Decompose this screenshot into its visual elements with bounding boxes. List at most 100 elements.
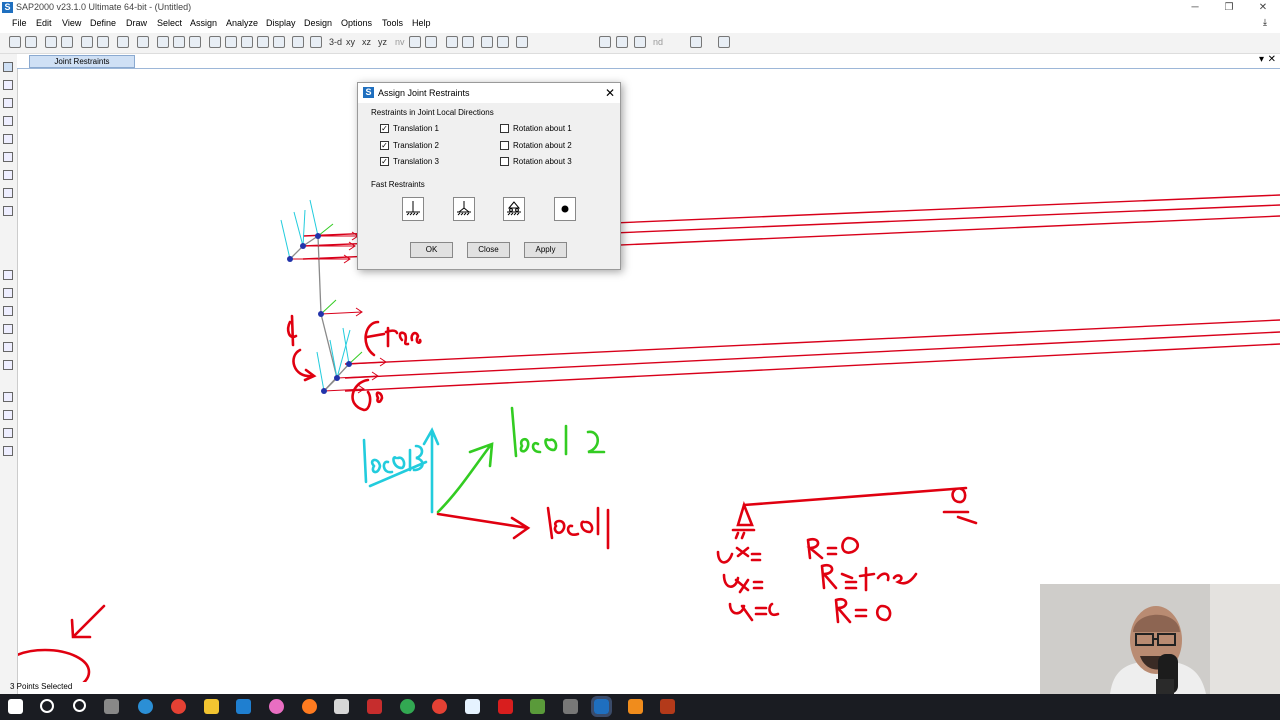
lock-icon[interactable]: [137, 36, 149, 48]
app-icon[interactable]: [530, 699, 545, 714]
ok-button[interactable]: OK: [410, 242, 453, 258]
view-xz-button[interactable]: xz: [362, 37, 371, 47]
menu-display[interactable]: Display: [266, 18, 296, 28]
display-options-icon[interactable]: [718, 36, 730, 48]
refresh-icon[interactable]: [189, 36, 201, 48]
select-ps-icon[interactable]: [3, 410, 13, 420]
print-icon[interactable]: [61, 36, 73, 48]
zoom-out-icon[interactable]: [273, 36, 285, 48]
run-analysis-icon[interactable]: [173, 36, 185, 48]
redo-icon[interactable]: [97, 36, 109, 48]
frame-quick-icon[interactable]: [634, 36, 646, 48]
select-intersect-icon[interactable]: [3, 446, 13, 456]
draw-frame-icon[interactable]: [3, 116, 13, 126]
pinned-support-icon[interactable]: [453, 197, 475, 221]
menu-draw[interactable]: Draw: [126, 18, 147, 28]
chrome-icon[interactable]: [171, 699, 186, 714]
view-nd-button[interactable]: nd: [653, 37, 663, 47]
select-all-icon[interactable]: [3, 270, 13, 280]
translation-2-checkbox[interactable]: ✓: [380, 141, 389, 150]
cortana-icon[interactable]: [73, 699, 86, 712]
roller-support-icon[interactable]: [503, 197, 525, 221]
fixed-support-icon[interactable]: [402, 197, 424, 221]
menu-design[interactable]: Design: [304, 18, 332, 28]
menu-select[interactable]: Select: [157, 18, 182, 28]
acrobat-icon[interactable]: [498, 699, 513, 714]
save-icon[interactable]: [45, 36, 57, 48]
menu-define[interactable]: Define: [90, 18, 116, 28]
pan-icon[interactable]: [292, 36, 304, 48]
select-previous-icon[interactable]: [3, 288, 13, 298]
view-xy-button[interactable]: xy: [346, 37, 355, 47]
app-icon[interactable]: [563, 699, 578, 714]
frame-icon[interactable]: [599, 36, 611, 48]
menu-tools[interactable]: Tools: [382, 18, 403, 28]
mail-icon[interactable]: [236, 699, 251, 714]
snap-points-icon[interactable]: [3, 360, 13, 370]
view-yz-button[interactable]: yz: [378, 37, 387, 47]
down-arrow-icon[interactable]: [462, 36, 474, 48]
snap-icon[interactable]: [3, 342, 13, 352]
set-display-icon[interactable]: [516, 36, 528, 48]
itunes-icon[interactable]: [269, 699, 284, 714]
menu-view[interactable]: View: [62, 18, 81, 28]
new-model-icon[interactable]: [9, 36, 21, 48]
app-icon[interactable]: [628, 699, 643, 714]
draw-joint-icon[interactable]: [3, 98, 13, 108]
intersecting-line-icon[interactable]: [3, 324, 13, 334]
minimize-icon[interactable]: ─: [1178, 0, 1212, 16]
translation-3-checkbox[interactable]: ✓: [380, 157, 389, 166]
assign-icon[interactable]: [497, 36, 509, 48]
hide-icon[interactable]: [425, 36, 437, 48]
menu-options[interactable]: Options: [341, 18, 372, 28]
pointer-icon[interactable]: [3, 62, 13, 72]
menu-help[interactable]: Help: [412, 18, 431, 28]
undo-icon[interactable]: [81, 36, 93, 48]
view-3d-button[interactable]: 3-d: [329, 37, 342, 47]
tab-dropdown-icon[interactable]: ▾: [1259, 54, 1264, 65]
zoom-extents-icon[interactable]: [225, 36, 237, 48]
app-icon[interactable]: [367, 699, 382, 714]
rotation-2-checkbox[interactable]: [500, 141, 509, 150]
run-icon[interactable]: [157, 36, 169, 48]
free-joint-icon[interactable]: [554, 197, 576, 221]
select-clr-icon[interactable]: [3, 428, 13, 438]
reshape-icon[interactable]: [3, 80, 13, 90]
download-icon[interactable]: ⤓: [1263, 17, 1267, 28]
draw-rectangle-icon[interactable]: [3, 206, 13, 216]
app-icon[interactable]: [465, 699, 480, 714]
zoom-window-icon[interactable]: [209, 36, 221, 48]
open-icon[interactable]: [25, 36, 37, 48]
chrome-icon[interactable]: [432, 699, 447, 714]
task-view-icon[interactable]: [104, 699, 119, 714]
apply-button[interactable]: Apply: [524, 242, 567, 258]
restore-icon[interactable]: ❐: [1212, 0, 1246, 16]
rotate-icon[interactable]: [310, 36, 322, 48]
draw-grid-icon[interactable]: [3, 170, 13, 180]
close-icon[interactable]: ✕: [1246, 0, 1280, 16]
menu-assign[interactable]: Assign: [190, 18, 217, 28]
file-explorer-icon[interactable]: [204, 699, 219, 714]
tab-joint-restraints[interactable]: Joint Restraints: [29, 55, 135, 68]
tab-close-icon[interactable]: ✕: [1268, 54, 1276, 65]
clear-selection-icon[interactable]: [3, 306, 13, 316]
app-icon[interactable]: [660, 699, 675, 714]
object-shrink-icon[interactable]: [481, 36, 493, 48]
frame-bent-icon[interactable]: [616, 36, 628, 48]
up-arrow-icon[interactable]: [446, 36, 458, 48]
sap2000-icon[interactable]: [591, 696, 612, 717]
section-icon[interactable]: [690, 36, 702, 48]
edit-pencil-icon[interactable]: [117, 36, 129, 48]
zoom-previous-icon[interactable]: [241, 36, 253, 48]
quick-frame-icon[interactable]: [3, 134, 13, 144]
draw-brace-icon[interactable]: [3, 152, 13, 162]
search-icon[interactable]: [40, 699, 54, 713]
zoom-in-icon[interactable]: [257, 36, 269, 48]
firefox-icon[interactable]: [302, 699, 317, 714]
rotation-3-checkbox[interactable]: [500, 157, 509, 166]
draw-area-icon[interactable]: [3, 188, 13, 198]
rotation-1-checkbox[interactable]: [500, 124, 509, 133]
menu-edit[interactable]: Edit: [36, 18, 52, 28]
select-all-short-icon[interactable]: [3, 392, 13, 402]
close-button[interactable]: Close: [467, 242, 510, 258]
